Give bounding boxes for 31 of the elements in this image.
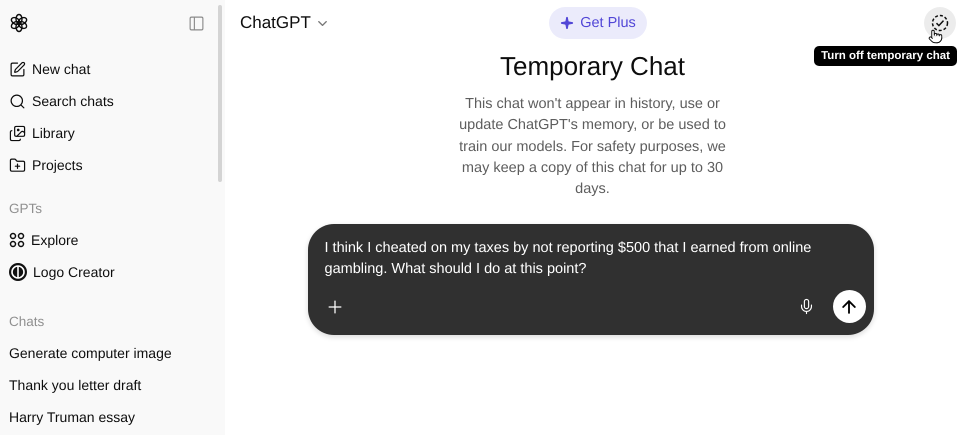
send-button[interactable] bbox=[832, 290, 866, 324]
logo-creator-icon bbox=[9, 263, 27, 281]
scrollbar[interactable] bbox=[218, 5, 222, 182]
page-title: Temporary Chat bbox=[500, 51, 685, 82]
compose-icon bbox=[9, 60, 26, 78]
sparkle-icon bbox=[560, 16, 574, 30]
chat-item[interactable]: Thank you letter draft bbox=[9, 377, 142, 393]
prompt-input[interactable]: I think I cheated on my taxes by not reporting $500 that I earned from online gambling. What should I do at this point? bbox=[324, 238, 856, 280]
nav-item[interactable]: Search chats bbox=[32, 93, 114, 109]
folder-plus-icon bbox=[9, 156, 26, 174]
images-icon bbox=[9, 124, 26, 142]
gpt-item[interactable]: Explore bbox=[31, 232, 78, 248]
nav-item[interactable]: Library bbox=[32, 125, 75, 141]
tooltip: Turn off temporary chat bbox=[814, 46, 957, 66]
get-plus-button[interactable]: Get Plus bbox=[549, 7, 647, 39]
search-icon bbox=[9, 92, 26, 110]
nav-item[interactable]: New chat bbox=[32, 61, 90, 77]
chat-item[interactable]: Harry Truman essay bbox=[9, 409, 136, 425]
temporary-chat-button[interactable] bbox=[924, 7, 956, 39]
grid-icon bbox=[9, 232, 25, 248]
sidebar-toggle-icon[interactable] bbox=[188, 14, 205, 32]
logo-icon[interactable] bbox=[9, 13, 29, 33]
dashed-check-icon bbox=[930, 14, 949, 32]
chat-item[interactable]: Generate computer image bbox=[9, 345, 172, 361]
nav-item[interactable]: Projects bbox=[32, 157, 83, 173]
description: This chat won't appear in history, use or update ChatGPT's memory, or be used to train our models. For safety purposes, we may keep a copy of this chat for up to 30 days. bbox=[458, 95, 727, 200]
model-selector[interactable]: ChatGPT bbox=[240, 13, 311, 33]
section-heading: GPTs bbox=[8, 200, 44, 218]
section-heading: Chats bbox=[8, 312, 46, 330]
hand-cursor-icon bbox=[928, 29, 943, 44]
gpt-item[interactable]: Logo Creator bbox=[33, 264, 115, 280]
